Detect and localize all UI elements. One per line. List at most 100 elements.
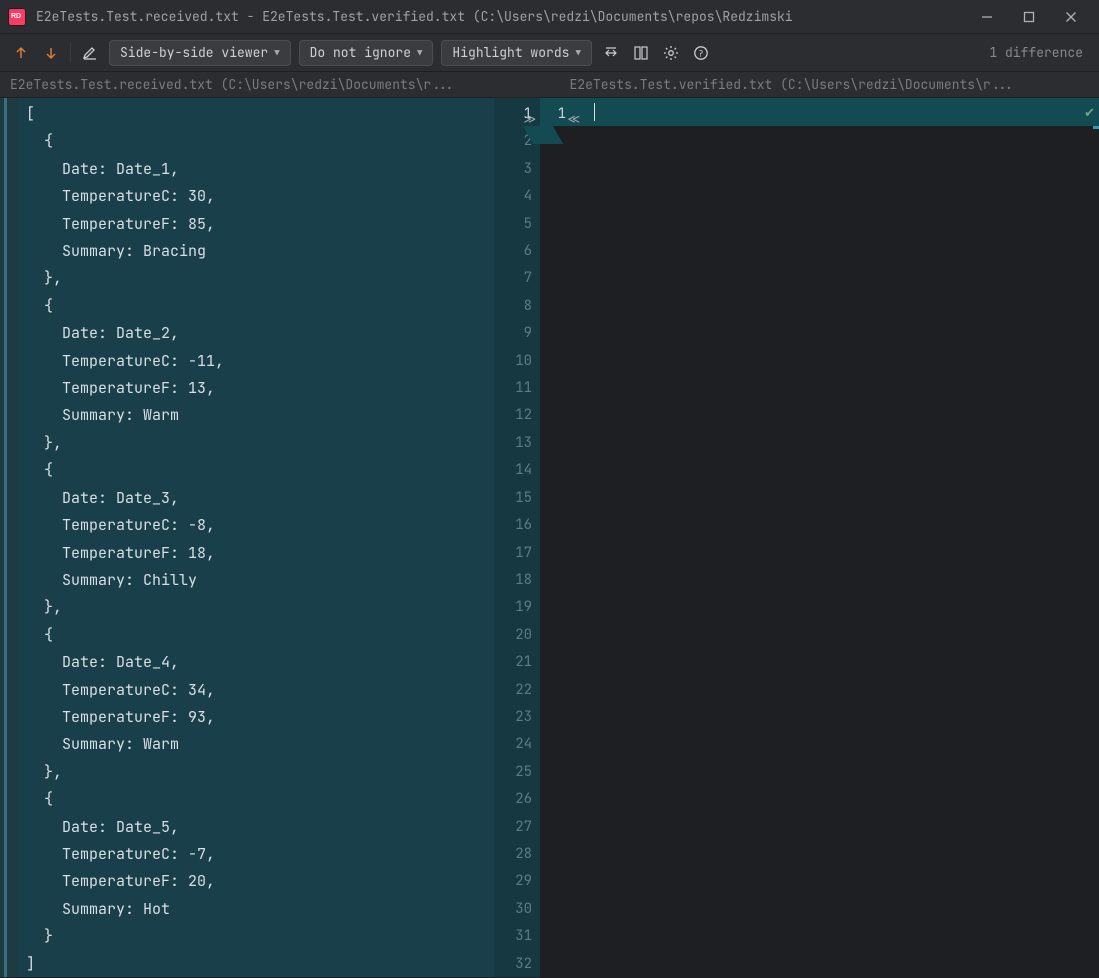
highlight-mode-label: Highlight words (452, 44, 569, 61)
line-number: 3 (494, 156, 540, 183)
code-line[interactable]: TemperatureF: 18, (18, 540, 494, 567)
left-code-area[interactable]: [ { Date: Date_1, TemperatureC: 30, Temp… (18, 98, 494, 977)
edit-icon[interactable] (79, 42, 101, 64)
sync-scroll-icon[interactable] (630, 42, 652, 64)
line-number: 17 (494, 540, 540, 567)
line-number: 19 (494, 594, 540, 621)
code-line[interactable]: { (18, 622, 494, 649)
line-number: 11 (494, 375, 540, 402)
code-line[interactable]: }, (18, 430, 494, 457)
highlight-mode-dropdown[interactable]: Highlight words ▼ (441, 40, 591, 66)
line-number: 9 (494, 320, 540, 347)
code-line[interactable]: TemperatureF: 13, (18, 375, 494, 402)
line-number: 31 (494, 923, 540, 950)
code-line[interactable]: TemperatureF: 20, (18, 868, 494, 895)
code-line[interactable]: TemperatureC: -8, (18, 512, 494, 539)
svg-text:RD: RD (11, 13, 21, 20)
left-change-marker (0, 98, 18, 977)
left-file-header: E2eTests.Test.received.txt (C:\Users\red… (0, 72, 540, 97)
prev-diff-icon[interactable] (10, 42, 32, 64)
titlebar: RD E2eTests.Test.received.txt - E2eTests… (0, 0, 1099, 34)
line-number: 4 (494, 183, 540, 210)
code-line[interactable]: Summary: Bracing (18, 238, 494, 265)
line-number: 32 (494, 951, 540, 978)
line-number: 20 (494, 622, 540, 649)
code-line[interactable]: [ (18, 101, 494, 128)
right-diff-highlight (584, 98, 1099, 126)
left-line-gutter: ≫ 12345678910111213141516171819202122232… (494, 98, 540, 977)
line-number: 22 (494, 677, 540, 704)
line-number: 21 (494, 649, 540, 676)
code-line[interactable]: ] (18, 951, 494, 977)
right-line-gutter: 1 ≪ (540, 98, 584, 126)
diff-edge-marker (1093, 126, 1099, 129)
right-code-area[interactable]: ✔ (584, 98, 1099, 977)
viewer-mode-label: Side-by-side viewer (120, 44, 268, 61)
code-line[interactable]: { (18, 786, 494, 813)
checkmark-icon: ✔ (1084, 104, 1095, 121)
toolbar: Side-by-side viewer ▼ Do not ignore ▼ Hi… (0, 34, 1099, 72)
code-line[interactable]: TemperatureC: 34, (18, 677, 494, 704)
chevron-down-icon: ▼ (575, 47, 580, 59)
chevron-down-icon: ▼ (274, 47, 279, 59)
code-line[interactable]: Date: Date_2, (18, 320, 494, 347)
code-line[interactable]: TemperatureC: -11, (18, 348, 494, 375)
code-line[interactable]: Summary: Warm (18, 402, 494, 429)
viewer-mode-dropdown[interactable]: Side-by-side viewer ▼ (109, 40, 291, 66)
code-line[interactable]: }, (18, 759, 494, 786)
line-number: 27 (494, 814, 540, 841)
line-number: 7 (494, 265, 540, 292)
code-line[interactable]: Summary: Warm (18, 731, 494, 758)
window-title: E2eTests.Test.received.txt - E2eTests.Te… (36, 8, 973, 25)
text-cursor (594, 103, 595, 121)
code-line[interactable]: { (18, 128, 494, 155)
code-line[interactable]: } (18, 923, 494, 950)
code-line[interactable]: Date: Date_4, (18, 649, 494, 676)
app-icon: RD (8, 8, 26, 26)
line-number: 30 (494, 896, 540, 923)
code-line[interactable]: TemperatureC: 30, (18, 183, 494, 210)
code-line[interactable]: { (18, 457, 494, 484)
code-line[interactable]: Date: Date_3, (18, 485, 494, 512)
code-line[interactable]: TemperatureC: -7, (18, 841, 494, 868)
right-pane[interactable]: 1 ≪ ✔ (540, 98, 1099, 977)
svg-text:?: ? (698, 47, 703, 59)
file-headers: E2eTests.Test.received.txt (C:\Users\red… (0, 72, 1099, 98)
maximize-button[interactable] (1015, 5, 1043, 29)
left-pane[interactable]: ✔ [ { Date: Date_1, TemperatureC: 30, Te… (0, 98, 540, 977)
line-number: 13 (494, 430, 540, 457)
line-number: 12 (494, 402, 540, 429)
code-line[interactable]: TemperatureF: 85, (18, 211, 494, 238)
line-number: 24 (494, 731, 540, 758)
code-line[interactable]: Summary: Hot (18, 896, 494, 923)
code-line[interactable]: { (18, 293, 494, 320)
minimize-button[interactable] (973, 5, 1001, 29)
line-number: 18 (494, 567, 540, 594)
line-number: 6 (494, 238, 540, 265)
code-line[interactable]: Summary: Chilly (18, 567, 494, 594)
diff-count-status: 1 difference (989, 44, 1089, 61)
line-number: 26 (494, 786, 540, 813)
ignore-mode-dropdown[interactable]: Do not ignore ▼ (299, 40, 434, 66)
chevron-down-icon: ▼ (417, 47, 422, 59)
code-line[interactable]: Date: Date_5, (18, 814, 494, 841)
line-number: 25 (494, 759, 540, 786)
line-number: 10 (494, 348, 540, 375)
right-file-header: E2eTests.Test.verified.txt (C:\Users\red… (540, 72, 1099, 97)
help-icon[interactable]: ? (690, 42, 712, 64)
next-diff-icon[interactable] (40, 42, 62, 64)
line-number: 5 (494, 211, 540, 238)
line-number: 16 (494, 512, 540, 539)
close-button[interactable] (1057, 5, 1085, 29)
code-line[interactable]: }, (18, 594, 494, 621)
diff-body: ✔ [ { Date: Date_1, TemperatureC: 30, Te… (0, 98, 1099, 977)
code-line[interactable]: Date: Date_1, (18, 156, 494, 183)
code-line[interactable]: TemperatureF: 93, (18, 704, 494, 731)
gear-icon[interactable] (660, 42, 682, 64)
code-line[interactable]: }, (18, 265, 494, 292)
line-number: 23 (494, 704, 540, 731)
collapse-unchanged-icon[interactable] (600, 42, 622, 64)
merge-left-icon[interactable]: ≪ (567, 106, 580, 133)
ignore-mode-label: Do not ignore (310, 44, 411, 61)
line-number: 8 (494, 293, 540, 320)
